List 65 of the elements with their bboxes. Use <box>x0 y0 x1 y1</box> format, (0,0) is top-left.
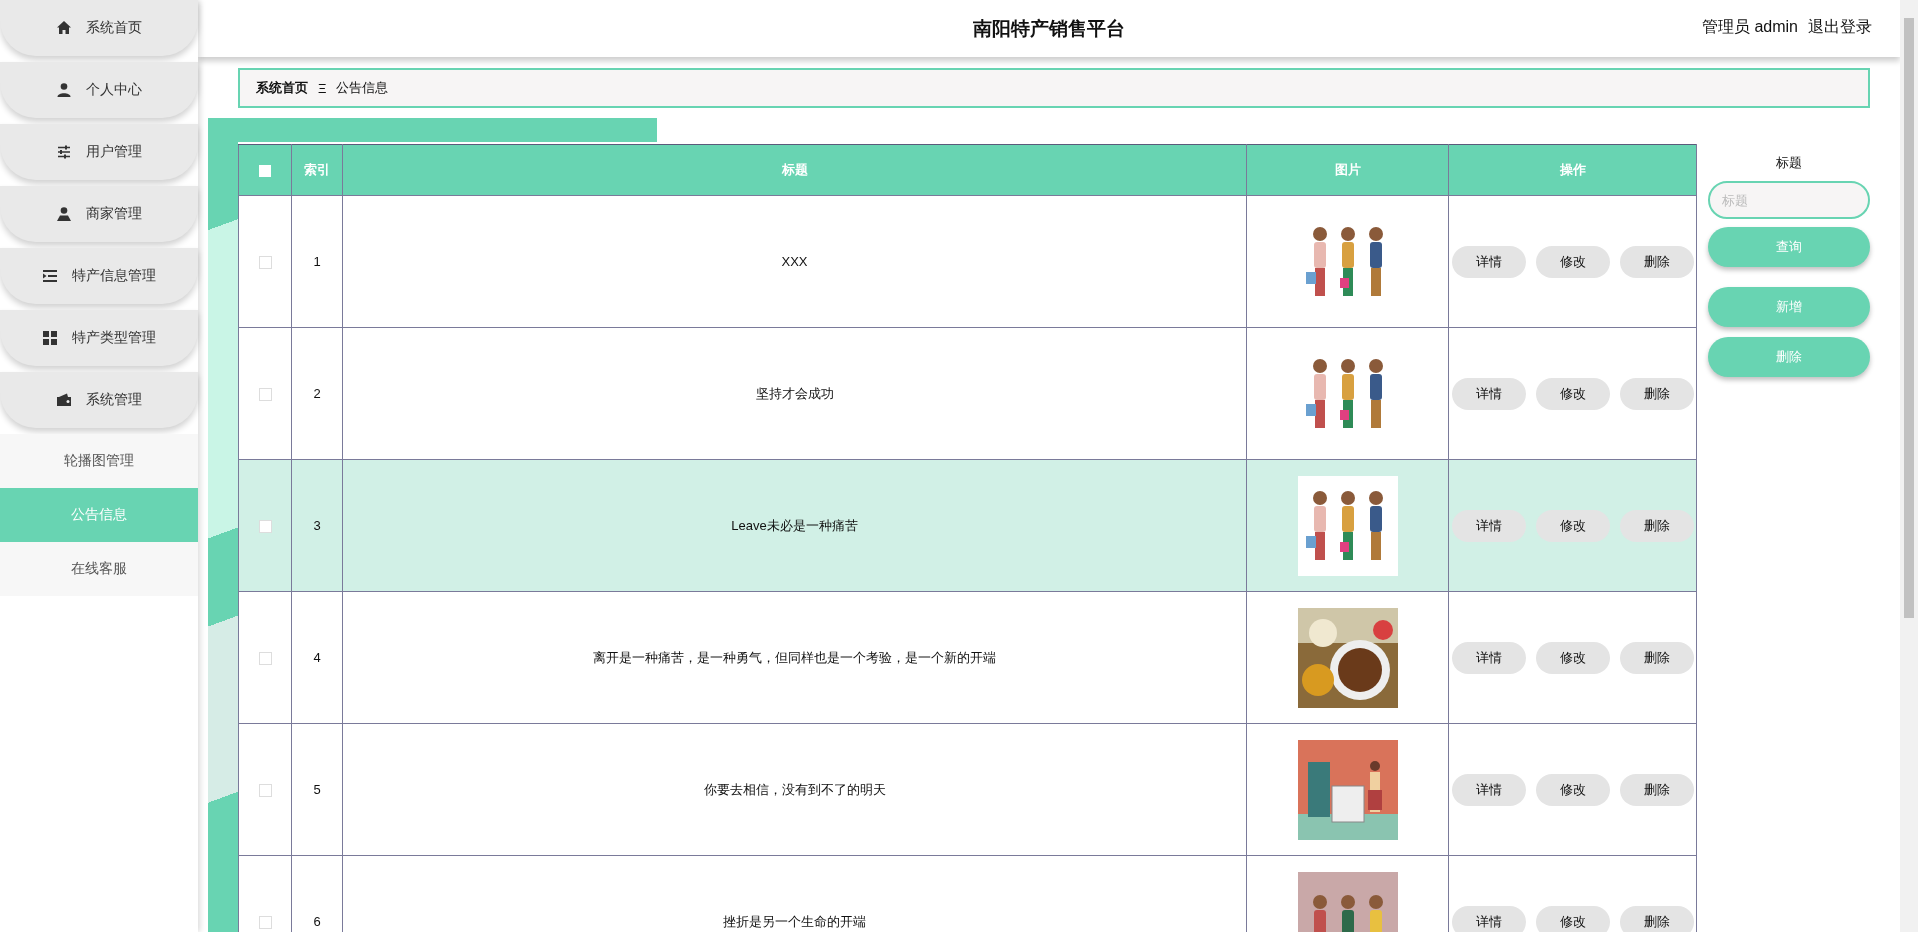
row-checkbox[interactable] <box>258 784 272 798</box>
details-button[interactable]: 详情 <box>1451 509 1526 542</box>
sidebar-item[interactable]: 用户管理 <box>0 124 198 180</box>
edit-button[interactable]: 修改 <box>1535 509 1610 542</box>
row-checkbox[interactable] <box>258 388 272 402</box>
column-header: 图片 <box>1334 162 1361 177</box>
select-all-checkbox[interactable] <box>259 165 271 178</box>
person-icon <box>56 206 72 222</box>
submenu-item[interactable]: 在线客服 <box>0 542 198 596</box>
index-cell: 2 <box>313 386 321 401</box>
scrollbar-thumb[interactable] <box>1904 18 1914 618</box>
details-button[interactable]: 详情 <box>1451 245 1526 278</box>
row-checkbox[interactable] <box>258 916 272 930</box>
details-button[interactable]: 详情 <box>1451 377 1526 410</box>
breadcrumb-separator: Ξ <box>318 80 327 96</box>
user-label: 管理员 admin <box>1701 17 1798 37</box>
details-button[interactable]: 详情 <box>1451 773 1526 806</box>
search-label: 标题 <box>1775 154 1803 172</box>
wallet-icon <box>56 392 72 408</box>
sidebar-item[interactable]: 特产信息管理 <box>0 248 198 304</box>
index-cell: 4 <box>313 650 321 665</box>
row-checkbox[interactable] <box>258 652 272 666</box>
delete-button[interactable]: 删除 <box>1619 377 1694 410</box>
delete-button[interactable]: 删除 <box>1619 641 1694 674</box>
index-cell: 6 <box>313 914 321 929</box>
title-cell: 你要去相信，没有到不了的明天 <box>703 781 886 797</box>
submenu-item[interactable]: 轮播图管理 <box>0 434 198 488</box>
index-cell: 5 <box>313 782 321 797</box>
edit-button[interactable]: 修改 <box>1535 905 1610 932</box>
details-button[interactable]: 详情 <box>1451 905 1526 932</box>
column-header: 索引 <box>304 162 330 177</box>
sidebar-item[interactable]: 系统首页 <box>0 0 198 56</box>
column-header: 操作 <box>1559 162 1586 177</box>
title-cell: 挫折是另一个生命的开端 <box>723 913 866 929</box>
person-icon <box>56 82 72 98</box>
delete-button[interactable]: 删除 <box>1619 245 1694 278</box>
sidebar-item[interactable]: 系统管理 <box>0 372 198 428</box>
title-cell: Leave未必是一种痛苦 <box>731 517 858 533</box>
index-cell: 1 <box>313 254 321 269</box>
delete-button[interactable]: 删除 <box>1619 509 1694 542</box>
home-icon <box>56 20 72 36</box>
app-title: 南阳特产销售平台 <box>973 17 1125 39</box>
details-button[interactable]: 详情 <box>1451 641 1526 674</box>
list-icon <box>42 268 58 284</box>
edit-button[interactable]: 修改 <box>1535 377 1610 410</box>
title-cell: XXX <box>781 254 808 269</box>
column-header: 标题 <box>781 162 808 177</box>
breadcrumb-current: 公告信息 <box>336 79 389 97</box>
breadcrumb-link[interactable]: 系统首页 <box>256 79 308 97</box>
logout-link[interactable]: 退出登录 <box>1808 17 1872 38</box>
title-cell: 离开是一种痛苦，是一种勇气，但同样也是一个考验，是一个新的开端 <box>593 649 996 665</box>
sidebar-item[interactable]: 个人中心 <box>0 62 198 118</box>
title-cell: 坚持才会成功 <box>755 385 834 401</box>
sliders-icon <box>56 144 72 160</box>
delete-button[interactable]: 删除 <box>1619 905 1694 932</box>
sidebar-item[interactable]: 商家管理 <box>0 186 198 242</box>
sidebar-item[interactable]: 特产类型管理 <box>0 310 198 366</box>
delete-button[interactable]: 删除 <box>1619 773 1694 806</box>
row-checkbox[interactable] <box>258 256 272 270</box>
edit-button[interactable]: 修改 <box>1535 245 1610 278</box>
row-checkbox[interactable] <box>258 520 272 534</box>
grid-icon <box>42 330 58 346</box>
index-cell: 3 <box>313 518 321 533</box>
edit-button[interactable]: 修改 <box>1535 641 1610 674</box>
edit-button[interactable]: 修改 <box>1535 773 1610 806</box>
